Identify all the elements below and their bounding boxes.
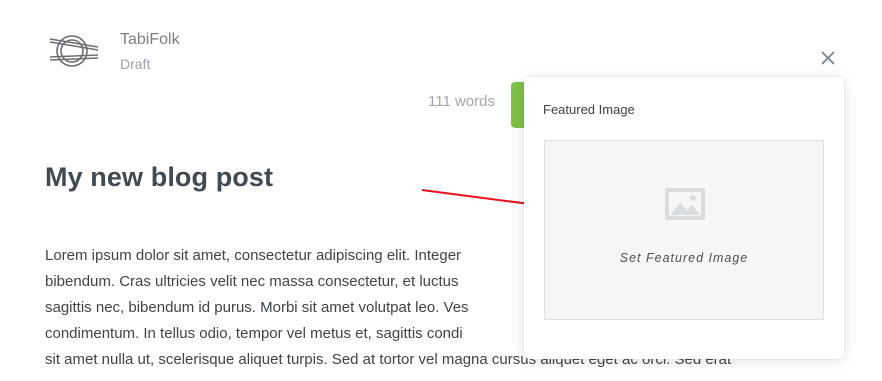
featured-image-popover: Featured Image Set Featured Image xyxy=(524,77,844,359)
post-status: Draft xyxy=(120,56,151,72)
blog-name: TabiFolk xyxy=(120,31,180,48)
set-featured-image-label: Set Featured Image xyxy=(619,251,749,265)
set-featured-image-button[interactable]: Set Featured Image xyxy=(544,140,824,320)
close-icon[interactable] xyxy=(818,48,838,68)
word-count: 111 words xyxy=(428,93,495,110)
popover-title: Featured Image xyxy=(543,102,635,117)
image-placeholder-icon xyxy=(665,188,705,220)
post-title[interactable]: My new blog post xyxy=(45,162,273,193)
tabifolk-logo-icon xyxy=(49,35,99,67)
